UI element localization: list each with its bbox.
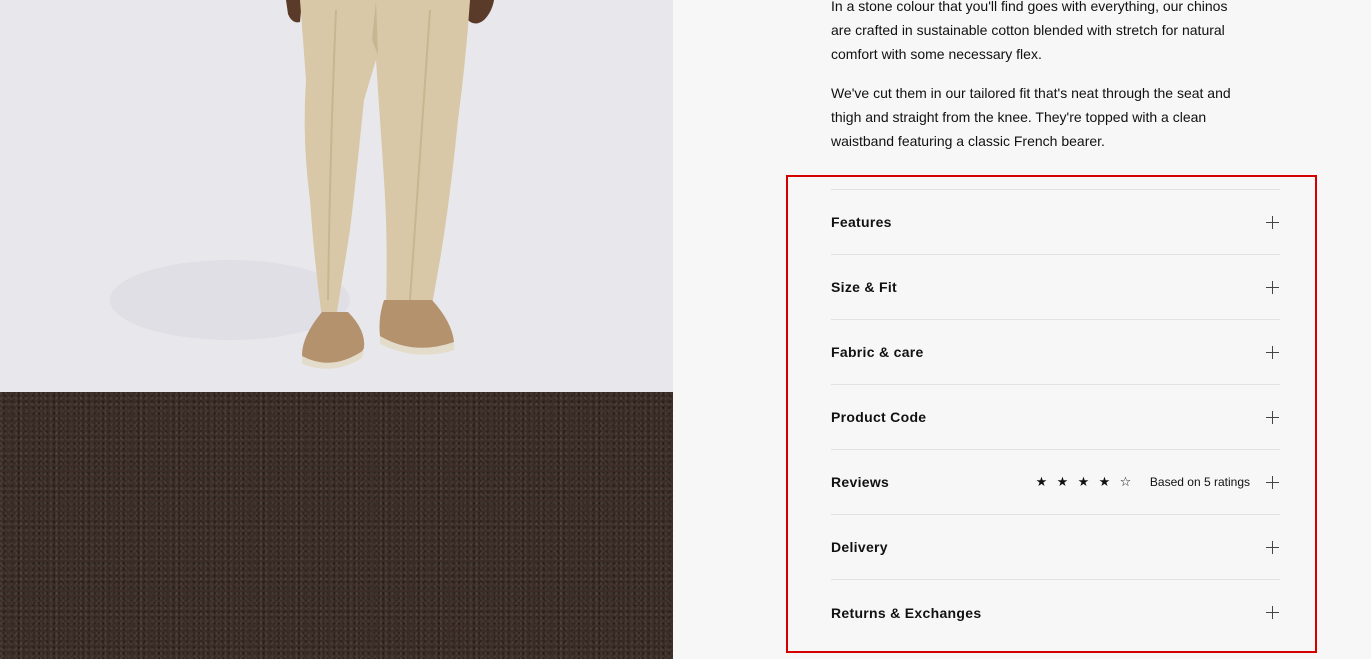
star-filled-icon: ★ <box>1098 474 1111 490</box>
star-empty-icon: ☆ <box>1119 474 1132 490</box>
accordion-title: Delivery <box>831 539 888 555</box>
description-paragraph: We've cut them in our tailored fit that'… <box>831 85 1231 149</box>
accordion-item-features[interactable]: Features <box>831 190 1280 255</box>
accordion-item-reviews[interactable]: Reviews ★ ★ ★ ★ ☆ Based on 5 ratings <box>831 450 1280 515</box>
accordion-title: Product Code <box>831 409 927 425</box>
accordion-title: Returns & Exchanges <box>831 604 982 621</box>
description-paragraph: In a stone colour that you'll find goes … <box>831 0 1228 62</box>
plus-icon[interactable] <box>1266 410 1279 424</box>
plus-icon[interactable] <box>1266 215 1279 229</box>
star-filled-icon: ★ <box>1077 474 1090 490</box>
accordion-item-returns-exchanges[interactable]: Returns & Exchanges <box>831 580 1280 645</box>
star-filled-icon: ★ <box>1035 474 1048 490</box>
product-media <box>0 0 673 659</box>
product-info-accordion: Features Size & Fit Fabric & care Produc… <box>831 189 1280 645</box>
plus-icon[interactable] <box>1266 475 1279 489</box>
fabric-texture-photo[interactable] <box>0 392 673 659</box>
accordion-title: Features <box>831 214 892 230</box>
accordion-item-fabric-care[interactable]: Fabric & care <box>831 320 1280 385</box>
rating-count: Based on 5 ratings <box>1149 475 1250 489</box>
plus-icon[interactable] <box>1266 280 1279 294</box>
star-filled-icon: ★ <box>1056 474 1069 490</box>
plus-icon[interactable] <box>1266 606 1279 619</box>
accordion-item-size-fit[interactable]: Size & Fit <box>831 255 1280 320</box>
plus-icon[interactable] <box>1266 345 1279 359</box>
product-photo-model[interactable] <box>0 0 673 392</box>
accordion-title: Reviews <box>831 474 890 490</box>
plus-icon[interactable] <box>1266 540 1279 554</box>
accordion-title: Size & Fit <box>831 279 898 295</box>
accordion-title: Fabric & care <box>831 344 924 360</box>
accordion-item-product-code[interactable]: Product Code <box>831 385 1280 450</box>
star-rating: ★ ★ ★ ★ ☆ <box>1031 476 1136 489</box>
chino-trousers-image <box>110 0 494 369</box>
accordion-item-delivery[interactable]: Delivery <box>831 515 1280 580</box>
